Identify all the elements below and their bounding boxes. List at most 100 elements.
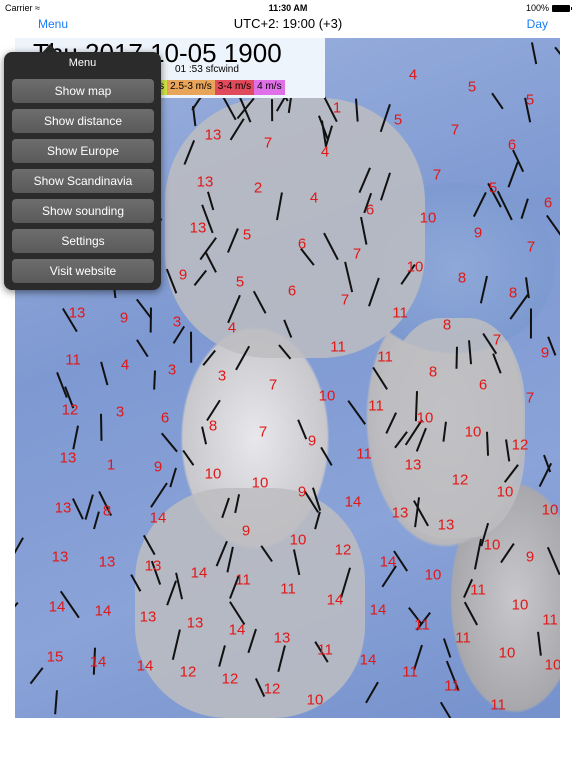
wind-speed-label: 8 [457,269,467,287]
wind-speed-label: 4 [227,319,237,337]
wind-speed-label: 11 [317,641,333,659]
wind-speed-label: 11 [235,571,251,589]
wind-speed-label: 14 [369,601,387,619]
wind-barb [537,631,543,656]
wind-speed-label: 7 [450,121,460,139]
wind-speed-label: 3 [217,367,227,385]
wind-speed-label: 10 [496,483,514,501]
wind-speed-label: 11 [392,304,408,322]
wind-barb [472,191,487,217]
visit-website-button[interactable]: Visit website [12,259,154,283]
show-europe-button[interactable]: Show Europe [12,139,154,163]
wind-speed-label: 13 [204,126,222,144]
navigation-bar: Menu UTC+2: 19:00 (+3) Day [0,16,576,38]
wind-speed-label: 10 [511,596,529,614]
wind-speed-label: 1 [106,456,116,474]
wind-speed-label: 11 [444,677,460,695]
wind-barb [53,689,58,714]
wind-barb [200,426,207,445]
wind-speed-label: 10 [406,258,424,276]
wind-barb [136,339,149,357]
wind-speed-label: 14 [326,591,344,609]
wind-speed-label: 9 [297,483,307,501]
wind-speed-label: 12 [61,401,79,419]
wind-speed-label: 6 [507,136,517,154]
wind-speed-label: 11 [368,397,384,415]
wind-speed-label: 5 [488,179,498,197]
settings-button[interactable]: Settings [12,229,154,253]
wind-speed-label: 7 [352,245,362,263]
wind-speed-label: 14 [344,493,362,511]
wind-barb [372,366,388,390]
wind-speed-label: 10 [541,501,559,519]
day-button[interactable]: Day [527,17,548,31]
wind-barb [100,413,103,441]
wind-speed-label: 9 [178,266,188,284]
legend-item: 3-4 m/s [214,80,255,95]
wind-speed-label: 13 [437,516,455,534]
legend-item: 2.5-3 m/s [167,80,215,95]
wind-speed-label: 6 [297,235,307,253]
wind-speed-label: 7 [525,389,535,407]
wind-barb [202,350,217,366]
wind-speed-label: 9 [307,432,317,450]
wind-speed-label: 5 [393,111,403,129]
wind-speed-label: 7 [526,238,536,256]
wind-barb [15,601,19,619]
wind-barb [531,42,538,65]
wind-speed-label: 15 [46,648,64,666]
show-map-button[interactable]: Show map [12,79,154,103]
wind-barb [84,494,95,521]
wind-speed-label: 14 [379,553,397,571]
wind-speed-label: 2 [253,179,263,197]
wind-barb [554,46,560,66]
wind-barb [161,433,179,453]
wind-speed-label: 14 [228,621,246,639]
wind-barb [15,537,24,556]
wind-speed-label: 8 [442,316,452,334]
wind-barb [72,425,80,450]
wind-speed-label: 10 [318,387,336,405]
wind-speed-label: 13 [139,608,157,626]
wind-barb [346,399,366,425]
wind-speed-label: 11 [414,616,430,634]
wind-barb [149,307,153,333]
wind-speed-label: 6 [365,201,375,219]
wind-speed-label: 11 [330,338,346,356]
wind-speed-label: 7 [263,134,273,152]
wind-speed-label: 9 [241,522,251,540]
wind-barb [320,446,334,467]
wind-speed-label: 7 [340,291,350,309]
wind-barb [479,275,488,304]
wind-barb [490,92,504,110]
wind-speed-label: 14 [136,657,154,675]
wind-speed-label: 10 [498,644,516,662]
wind-speed-label: 13 [54,499,72,517]
wind-speed-label: 10 [483,536,501,554]
wind-speed-label: 13 [98,553,116,571]
wind-barb [190,331,193,363]
wind-speed-label: 9 [540,344,550,362]
show-sounding-button[interactable]: Show sounding [12,199,154,223]
wind-speed-label: 8 [508,284,518,302]
wind-barb [507,161,519,188]
nav-title: UTC+2: 19:00 (+3) [233,16,343,31]
wind-barb [520,198,530,220]
wind-speed-label: 12 [451,471,469,489]
show-distance-button[interactable]: Show distance [12,109,154,133]
show-scandinavia-button[interactable]: Show Scandinavia [12,169,154,193]
wind-speed-label: 10 [416,409,434,427]
wind-barb [149,482,168,508]
wind-legend: m/s2.5-3 m/s3-4 m/s4 m/s [145,80,285,95]
wind-speed-label: 11 [542,611,558,629]
wind-barb [271,100,274,122]
wind-barb [182,449,195,466]
wind-speed-label: 5 [242,226,252,244]
wind-speed-label: 8 [428,363,438,381]
wind-barb [99,361,108,386]
wind-speed-label: 11 [490,696,506,714]
wind-speed-label: 11 [377,348,393,366]
wind-speed-label: 11 [65,351,81,369]
wind-speed-label: 13 [59,449,77,467]
wind-barb [71,498,84,520]
